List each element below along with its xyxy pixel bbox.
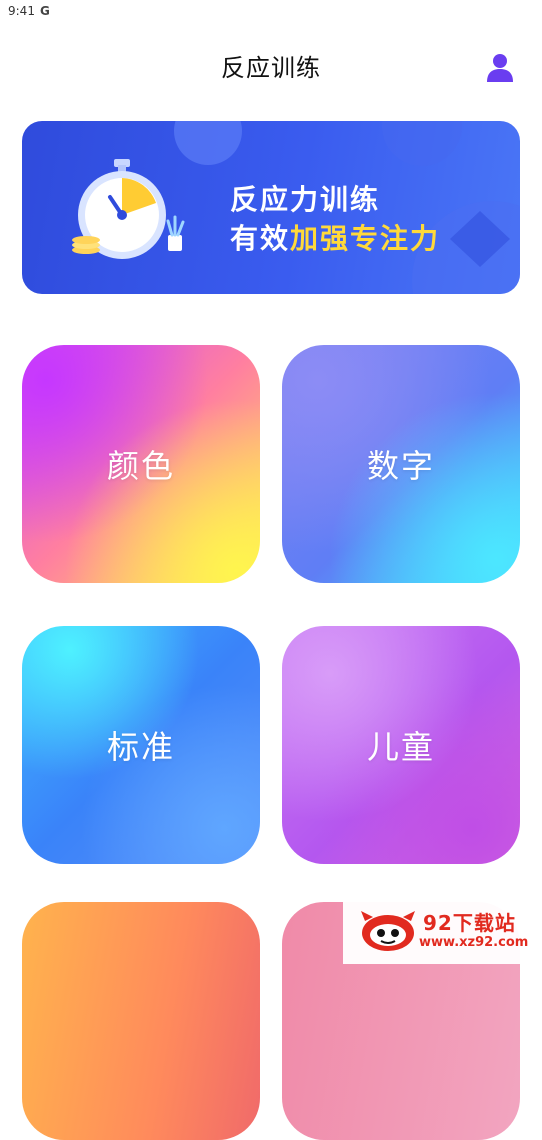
stopwatch-icon	[68, 155, 188, 265]
banner-title: 反应力训练	[230, 183, 381, 216]
status-time: 9:41	[8, 4, 35, 18]
mode-card-color[interactable]: 颜色	[22, 345, 260, 583]
promo-banner[interactable]: 反应力训练 有效加强专注力	[22, 121, 520, 294]
mode-card-label: 颜色	[106, 447, 175, 485]
status-bar: 9:41 G	[0, 0, 542, 22]
mode-card-5[interactable]	[22, 902, 260, 1140]
mode-card-kids[interactable]: 儿童	[282, 626, 520, 864]
banner-subtitle-prefix: 有效	[230, 222, 291, 255]
mascot-logo-icon	[359, 907, 417, 953]
mode-card-label: 数字	[366, 447, 435, 485]
mode-card-label: 标准	[106, 728, 175, 766]
watermark-url: www.xz92.com	[419, 935, 529, 950]
user-icon[interactable]	[485, 52, 515, 82]
banner-subtitle: 有效加强专注力	[230, 217, 440, 257]
watermark: 92下载站 www.xz92.com	[343, 893, 542, 964]
watermark-brand: 92下载站	[423, 911, 516, 935]
banner-subtitle-highlight: 加强专注力	[290, 222, 441, 255]
mode-card-number[interactable]: 数字	[282, 345, 520, 583]
mode-card-label: 儿童	[366, 728, 435, 766]
google-icon: G	[39, 4, 50, 18]
mode-card-standard[interactable]: 标准	[22, 626, 260, 864]
page-title: 反应训练	[221, 54, 321, 82]
